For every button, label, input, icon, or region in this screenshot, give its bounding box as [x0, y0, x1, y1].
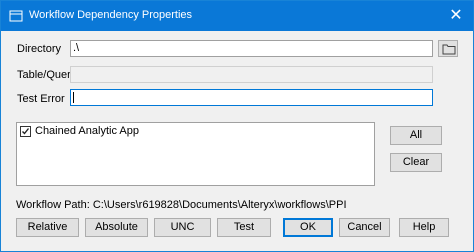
browse-folder-button[interactable]	[438, 40, 458, 57]
test-error-label: Test Error	[17, 93, 65, 105]
relative-button[interactable]: Relative	[16, 218, 79, 237]
absolute-button[interactable]: Absolute	[85, 218, 148, 237]
dependency-list[interactable]: Chained Analytic App	[16, 122, 375, 186]
workflow-path: Workflow Path: C:\Users\r619828\Document…	[16, 199, 347, 211]
help-button[interactable]: Help	[399, 218, 449, 237]
dependency-icon	[9, 9, 23, 23]
clear-button[interactable]: Clear	[390, 153, 442, 172]
workflow-dependency-dialog: Workflow Dependency Properties ✕ Directo…	[0, 0, 474, 252]
list-item-checkbox[interactable]	[20, 126, 31, 137]
directory-label: Directory	[17, 43, 62, 55]
close-icon[interactable]: ✕	[443, 3, 469, 29]
table-query-label: Table/Query	[17, 69, 77, 81]
window-title: Workflow Dependency Properties	[29, 9, 193, 21]
unc-button[interactable]: UNC	[154, 218, 211, 237]
test-button[interactable]: Test	[217, 218, 271, 237]
ok-button[interactable]: OK	[283, 218, 333, 237]
directory-input[interactable]: .\	[70, 40, 433, 57]
test-error-input[interactable]	[70, 89, 433, 106]
all-button[interactable]: All	[390, 126, 442, 145]
title-bar[interactable]: Workflow Dependency Properties ✕	[1, 1, 473, 31]
cancel-button[interactable]: Cancel	[339, 218, 390, 237]
text-caret	[73, 92, 74, 103]
table-query-input[interactable]	[70, 66, 433, 83]
list-item-label: Chained Analytic App	[35, 125, 139, 137]
